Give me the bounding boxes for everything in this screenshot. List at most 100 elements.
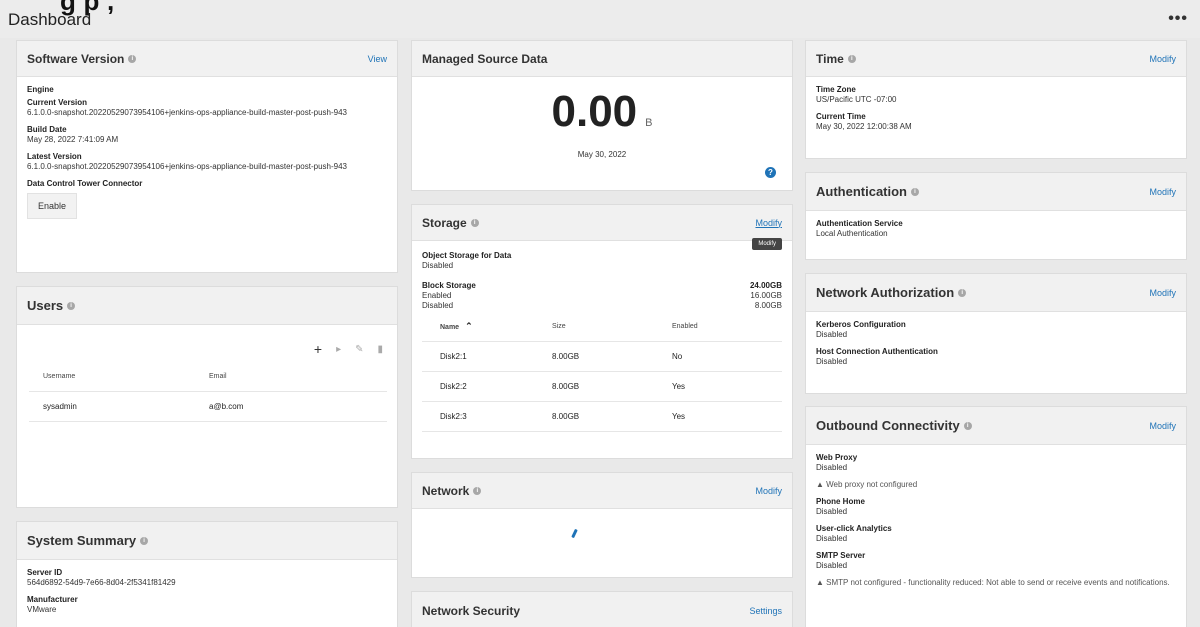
loading-spinner-icon: [571, 528, 578, 539]
users-table: Username Email sysadmin a@b.com: [29, 363, 387, 422]
info-icon[interactable]: i: [128, 54, 137, 63]
managed-source-data-card: Managed Source Data 0.00 B May 30, 2022 ?: [411, 40, 793, 191]
disk-name-cell: Disk2:1: [422, 341, 552, 372]
info-icon[interactable]: i: [473, 486, 482, 495]
info-icon[interactable]: i: [847, 54, 856, 63]
disk-size-cell: 8.00GB: [552, 341, 672, 372]
column-header-username[interactable]: Username: [29, 363, 209, 392]
card-title: Network Authorization: [816, 285, 955, 300]
column-header-name[interactable]: Name ⌃: [422, 313, 552, 342]
server-id-value: 564d6892-54d9-7e66-8d04-2f5341f81429: [27, 578, 176, 587]
storage-modify-link[interactable]: Modify: [755, 218, 782, 228]
network-security-settings-link[interactable]: Settings: [749, 606, 782, 616]
block-storage-label: Block Storage: [422, 281, 476, 290]
add-user-icon[interactable]: +: [314, 341, 322, 357]
sort-asc-icon[interactable]: ⌃: [465, 321, 473, 331]
disabled-value: 8.00GB: [754, 301, 782, 310]
managed-data-date: May 30, 2022: [577, 150, 627, 159]
card-title: Outbound Connectivity: [816, 418, 960, 433]
column-header-email[interactable]: Email: [209, 363, 387, 392]
warning-icon: ▲: [816, 578, 827, 587]
enabled-label: Enabled: [422, 291, 452, 300]
info-icon[interactable]: i: [963, 421, 972, 430]
current-version-label: Current Version: [27, 98, 88, 107]
card-title: System Summary: [27, 533, 137, 548]
disk-name-cell: Disk2:3: [422, 401, 552, 432]
enabled-value: 16.00GB: [750, 291, 782, 300]
block-storage-total: 24.00GB: [749, 281, 782, 290]
delete-icon[interactable]: ▮: [377, 344, 383, 355]
enable-button[interactable]: Enable: [27, 193, 78, 219]
card-title: Network Security: [422, 603, 521, 618]
disk-enabled-cell: No: [672, 341, 782, 372]
table-row[interactable]: Disk2:1 8.00GB No: [422, 341, 782, 372]
smtp-server-label: SMTP Server: [816, 551, 866, 560]
auth-modify-link[interactable]: Modify: [1149, 187, 1176, 197]
table-row[interactable]: Disk2:2 8.00GB Yes: [422, 371, 782, 402]
time-card: Time i Modify Time Zone US/Pacific UTC -0…: [805, 40, 1187, 159]
column-header-size[interactable]: Size: [552, 313, 672, 342]
card-title: Storage: [422, 215, 467, 230]
disk-enabled-cell: Yes: [672, 371, 782, 402]
web-proxy-value: Disabled: [816, 463, 848, 472]
username-cell: sysadmin: [29, 391, 209, 422]
help-icon[interactable]: ?: [765, 167, 776, 178]
phone-home-label: Phone Home: [816, 497, 865, 506]
table-row[interactable]: Disk2:3 8.00GB Yes: [422, 401, 782, 432]
current-time-value: May 30, 2022 12:00:38 AM: [816, 122, 912, 131]
play-icon[interactable]: ▸: [336, 344, 341, 355]
system-summary-card: System Summary i Server ID 564d6892-54d9-…: [16, 521, 398, 627]
more-options-icon[interactable]: •••: [1168, 11, 1188, 27]
web-proxy-label: Web Proxy: [816, 453, 858, 462]
card-title: Managed Source Data: [422, 51, 548, 66]
smtp-server-value: Disabled: [816, 561, 848, 570]
kerberos-label: Kerberos Configuration: [816, 320, 906, 329]
current-version-value: 6.1.0.0-snapshot.20220529073954106+jenki…: [27, 108, 347, 117]
info-icon[interactable]: i: [140, 536, 149, 545]
managed-data-value: 0.00: [551, 87, 638, 136]
column-header-enabled[interactable]: Enabled: [672, 313, 782, 342]
disks-table: Name ⌃ Size Enabled Disk2:1 8.00GB No Dis…: [422, 313, 782, 432]
card-title: Users: [27, 298, 64, 313]
manufacturer-label: Manufacturer: [27, 595, 78, 604]
kerberos-value: Disabled: [816, 330, 848, 339]
build-date-label: Build Date: [27, 125, 67, 134]
object-storage-value: Disabled: [422, 261, 454, 270]
disk-name-cell: Disk2:2: [422, 371, 552, 402]
disk-size-cell: 8.00GB: [552, 371, 672, 402]
auth-service-value: Local Authentication: [816, 229, 888, 238]
info-icon[interactable]: i: [958, 288, 967, 297]
dct-connector-label: Data Control Tower Connector: [27, 179, 143, 188]
network-modify-link[interactable]: Modify: [755, 486, 782, 496]
info-icon[interactable]: i: [67, 301, 76, 310]
info-icon[interactable]: i: [911, 187, 919, 196]
host-auth-value: Disabled: [816, 357, 848, 366]
card-title: Software Version: [27, 51, 125, 66]
build-date-value: May 28, 2022 7:41:09 AM: [27, 135, 119, 144]
latest-version-value: 6.1.0.0-snapshot.20220529073954106+jenki…: [27, 162, 347, 171]
card-title: Authentication: [816, 184, 907, 199]
disabled-label: Disabled: [422, 301, 454, 310]
network-card: Network i Modify: [411, 472, 793, 578]
card-title: Network: [422, 483, 470, 498]
smtp-warning: SMTP not configured - functionality redu…: [826, 578, 1170, 587]
info-icon[interactable]: i: [470, 218, 479, 227]
table-row[interactable]: sysadmin a@b.com: [29, 391, 387, 422]
edit-icon[interactable]: ✎: [355, 344, 363, 355]
netauth-modify-link[interactable]: Modify: [1149, 288, 1176, 298]
top-bar: g p , Dashboard •••: [0, 0, 1200, 38]
outbound-modify-link[interactable]: Modify: [1149, 421, 1176, 431]
email-cell: a@b.com: [209, 391, 387, 422]
auth-service-label: Authentication Service: [816, 219, 903, 228]
time-zone-label: Time Zone: [816, 85, 856, 94]
user-click-analytics-label: User-click Analytics: [816, 524, 892, 533]
authentication-card: Authentication i Modify Authentication Se…: [805, 172, 1187, 260]
card-title: Time: [816, 51, 844, 66]
time-modify-link[interactable]: Modify: [1149, 54, 1176, 64]
phone-home-value: Disabled: [816, 507, 848, 516]
users-card: Users i + ▸ ✎ ▮ Username Email sysadmin a…: [16, 286, 398, 508]
user-click-analytics-value: Disabled: [816, 534, 848, 543]
modify-tooltip: Modify: [752, 238, 782, 250]
network-authorization-card: Network Authorization i Modify Kerberos C…: [805, 273, 1187, 394]
view-link[interactable]: View: [368, 54, 387, 64]
